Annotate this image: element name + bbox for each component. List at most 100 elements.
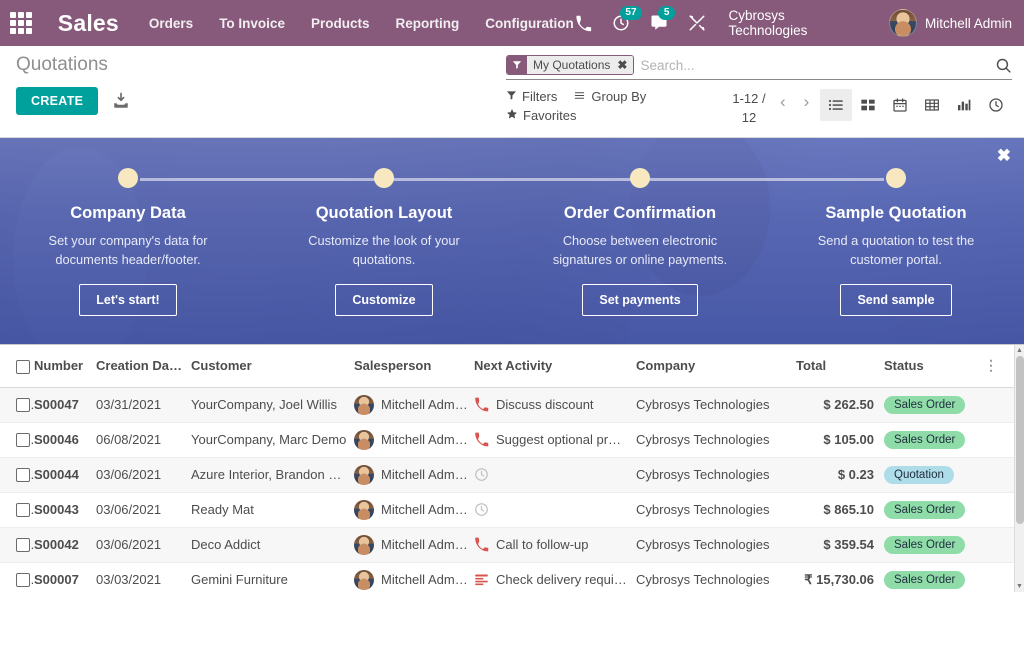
clock-icon[interactable] (474, 467, 489, 482)
column-header-company[interactable]: Company (636, 345, 796, 387)
search-icon[interactable] (989, 57, 1012, 74)
messages-icon[interactable]: 5 (649, 13, 669, 33)
clock-icon[interactable] (474, 502, 489, 517)
set-payments-button[interactable]: Set payments (582, 284, 697, 316)
table-row[interactable]: S0000703/03/2021Gemini FurnitureMitchell… (0, 562, 1014, 592)
table-row[interactable]: S0004403/06/2021Azure Interior, Brandon … (0, 457, 1014, 492)
scrollbar-thumb[interactable] (1016, 356, 1024, 524)
phone-icon[interactable] (474, 537, 489, 552)
cell-number[interactable]: S00043 (34, 492, 96, 527)
lets-start-button[interactable]: Let's start! (79, 284, 176, 316)
step-dot-icon[interactable] (118, 168, 138, 188)
search-input[interactable] (634, 58, 989, 73)
table-row[interactable]: S0004606/08/2021YourCompany, Marc DemoMi… (0, 422, 1014, 457)
activity-clock-icon[interactable]: 57 (611, 13, 631, 33)
kanban-view-button[interactable] (852, 89, 884, 121)
phone-icon[interactable] (474, 432, 489, 447)
menu-item-products[interactable]: Products (311, 16, 370, 31)
menu-item-orders[interactable]: Orders (149, 16, 193, 31)
row-checkbox[interactable] (16, 573, 30, 587)
step-dot-icon[interactable] (886, 168, 906, 188)
group-by-dropdown[interactable]: Group By (573, 89, 646, 104)
control-panel-left: Quotations CREATE (16, 54, 506, 115)
breadcrumb[interactable]: Quotations (16, 54, 506, 76)
cell-options (984, 562, 1014, 592)
table-row[interactable]: S0004303/06/2021Ready MatMitchell Adm…Cy… (0, 492, 1014, 527)
list-view-button[interactable] (820, 89, 852, 121)
pager-previous-button[interactable]: ‹ (772, 89, 794, 115)
phone-icon[interactable] (574, 13, 594, 33)
calendar-view-button[interactable] (884, 89, 916, 121)
column-header-salesperson[interactable]: Salesperson (354, 345, 474, 387)
column-header-customer[interactable]: Customer (191, 345, 354, 387)
cell-status: Sales Order (884, 422, 984, 457)
column-header-number[interactable]: Number (34, 345, 96, 387)
company-switcher[interactable]: Cybrosys Technologies (729, 8, 865, 38)
step-dot-icon[interactable] (374, 168, 394, 188)
menu-item-to-invoice[interactable]: To Invoice (219, 16, 285, 31)
apps-grid-icon[interactable] (8, 10, 34, 36)
column-header-total[interactable]: Total (796, 345, 884, 387)
row-select-cell (0, 457, 34, 492)
app-brand-sales[interactable]: Sales (58, 10, 119, 37)
table-row[interactable]: S0004703/31/2021YourCompany, Joel Willis… (0, 387, 1014, 422)
cell-next-activity[interactable]: Check delivery requi… (474, 562, 636, 592)
scroll-up-arrow[interactable]: ▲ (1015, 345, 1024, 356)
cell-next-activity[interactable] (474, 492, 636, 527)
cell-number[interactable]: S00044 (34, 457, 96, 492)
cell-total: ₹ 15,730.06 (796, 562, 884, 592)
select-all-checkbox[interactable] (16, 360, 30, 374)
todo-list-icon[interactable] (474, 572, 489, 587)
cell-total: $ 359.54 (796, 527, 884, 562)
cell-creation-date: 03/06/2021 (96, 527, 191, 562)
cell-next-activity[interactable] (474, 457, 636, 492)
customize-button[interactable]: Customize (335, 284, 432, 316)
table-row[interactable]: S0004203/06/2021Deco AddictMitchell Adm…… (0, 527, 1014, 562)
search-facet-my-quotations[interactable]: My Quotations ✖ (506, 55, 634, 75)
cell-number[interactable]: S00007 (34, 562, 96, 592)
pager-count[interactable]: 1-12 / 12 (728, 89, 770, 127)
row-checkbox[interactable] (16, 503, 30, 517)
facet-remove-icon[interactable]: ✖ (615, 56, 633, 74)
cell-next-activity[interactable]: Discuss discount (474, 387, 636, 422)
column-header-status[interactable]: Status (884, 345, 984, 387)
row-checkbox[interactable] (16, 538, 30, 552)
graph-view-button[interactable] (948, 89, 980, 121)
cell-customer: Ready Mat (191, 492, 354, 527)
avatar (889, 9, 917, 37)
user-menu[interactable]: Mitchell Admin (889, 9, 1012, 37)
step-dot-icon[interactable] (630, 168, 650, 188)
control-panel-bottom: Filters Group By Favorites 1-12 / 12 (506, 89, 1012, 127)
menu-item-reporting[interactable]: Reporting (395, 16, 459, 31)
scroll-down-arrow[interactable]: ▼ (1015, 581, 1024, 592)
step-title: Order Confirmation (564, 204, 716, 223)
column-header-creation-date[interactable]: Creation Da… (96, 345, 191, 387)
row-checkbox[interactable] (16, 468, 30, 482)
cell-salesperson: Mitchell Adm… (354, 527, 474, 562)
phone-icon[interactable] (474, 397, 489, 412)
favorites-dropdown[interactable]: Favorites (506, 108, 576, 123)
banner-close-icon[interactable]: ✖ (997, 147, 1011, 164)
status-badge: Sales Order (884, 431, 965, 449)
create-button[interactable]: CREATE (16, 87, 98, 115)
filters-dropdown[interactable]: Filters (506, 89, 557, 104)
cell-status: Sales Order (884, 492, 984, 527)
pivot-view-button[interactable] (916, 89, 948, 121)
import-icon[interactable] (112, 92, 130, 110)
tools-icon[interactable] (687, 13, 707, 33)
cell-next-activity[interactable]: Suggest optional pr… (474, 422, 636, 457)
activity-view-button[interactable] (980, 89, 1012, 121)
column-header-next-activity[interactable]: Next Activity (474, 345, 636, 387)
cell-number[interactable]: S00046 (34, 422, 96, 457)
row-checkbox[interactable] (16, 398, 30, 412)
cell-number[interactable]: S00042 (34, 527, 96, 562)
table-header-row: Number Creation Da… Customer Salesperson… (0, 345, 1014, 387)
options-dots-icon[interactable]: ⋮ (984, 357, 998, 373)
list-vertical-scrollbar[interactable]: ▲ ▼ (1014, 345, 1024, 592)
pager-next-button[interactable]: › (796, 89, 818, 115)
row-checkbox[interactable] (16, 433, 30, 447)
menu-item-configuration[interactable]: Configuration (485, 16, 573, 31)
cell-number[interactable]: S00047 (34, 387, 96, 422)
send-sample-button[interactable]: Send sample (840, 284, 951, 316)
cell-next-activity[interactable]: Call to follow-up (474, 527, 636, 562)
